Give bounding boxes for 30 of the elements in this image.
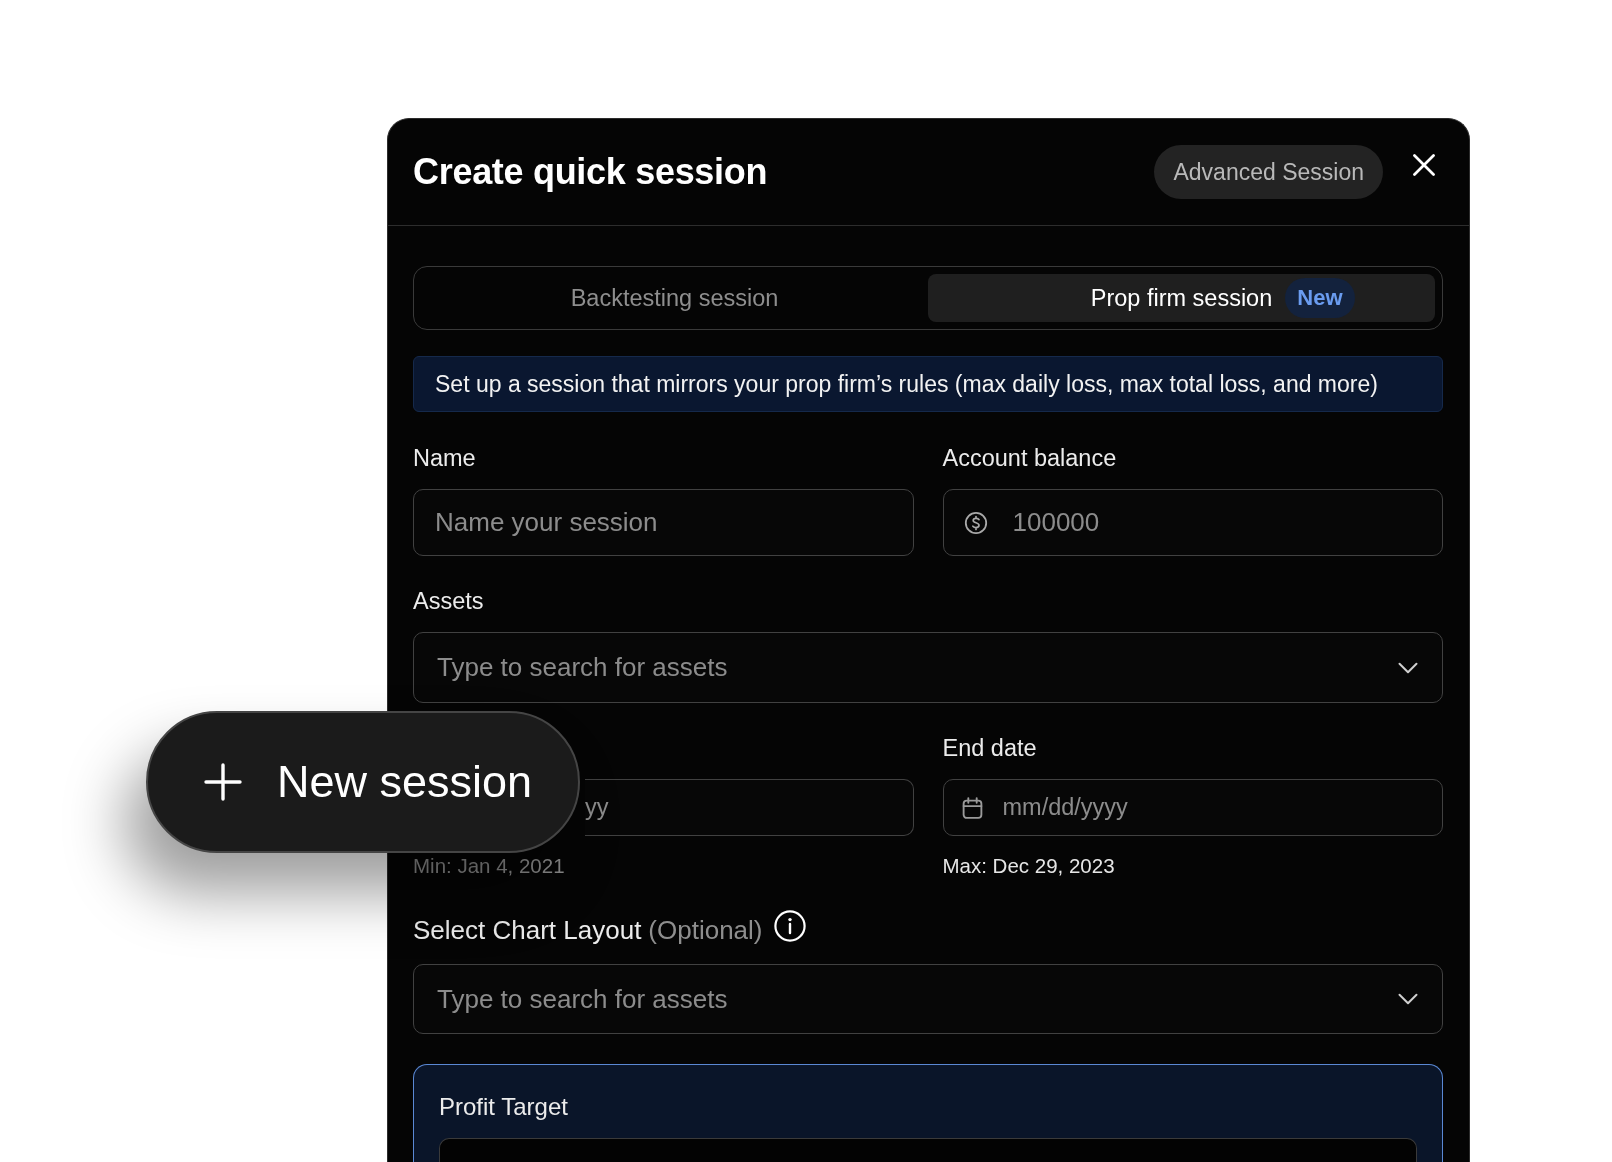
field-label: Account balance — [942, 445, 1117, 471]
plus-icon — [204, 763, 242, 801]
date-hint: Min: Jan 4, 2021 — [413, 855, 565, 877]
info-banner: Set up a session that mirrors your prop firm’s rules (max daily loss, max total loss, and more) — [413, 356, 1443, 412]
new-badge: New — [1285, 278, 1355, 318]
tab[interactable]: Prop firm session New — [928, 274, 1435, 322]
balance-field[interactable]: 100000 — [942, 489, 1443, 556]
optional-hint: (Optional) — [648, 916, 763, 944]
field-label: End date — [942, 735, 1037, 761]
field-label: Assets — [413, 588, 484, 614]
advanced-session-button[interactable]: Advanced Session — [1154, 145, 1383, 199]
text-field[interactable]: Name your session — [413, 489, 914, 556]
field-label: Name — [413, 445, 476, 471]
chevron-down-icon — [1398, 661, 1418, 674]
info-icon — [773, 909, 806, 942]
chevron-down-icon — [1398, 993, 1418, 1005]
input-field[interactable] — [439, 1138, 1417, 1162]
dialog-title: Create quick session — [413, 151, 768, 193]
date-field[interactable]: yy — [585, 779, 914, 836]
tab[interactable]: Backtesting session — [421, 274, 928, 322]
date-hint: Max: Dec 29, 2023 — [942, 855, 1115, 877]
field-label: Profit Target — [439, 1094, 568, 1120]
new-session-button[interactable]: New session — [146, 711, 580, 853]
assets-dropdown[interactable]: Type to search for assets — [413, 632, 1443, 703]
date-field[interactable]: mm/dd/yyyy — [942, 779, 1443, 836]
field-label: Select Chart Layout — [413, 916, 642, 944]
close-icon[interactable] — [1413, 154, 1435, 176]
layout-dropdown[interactable]: Type to search for assets — [413, 964, 1443, 1034]
dollar-coin-icon — [963, 510, 988, 535]
calendar-icon — [961, 796, 983, 819]
